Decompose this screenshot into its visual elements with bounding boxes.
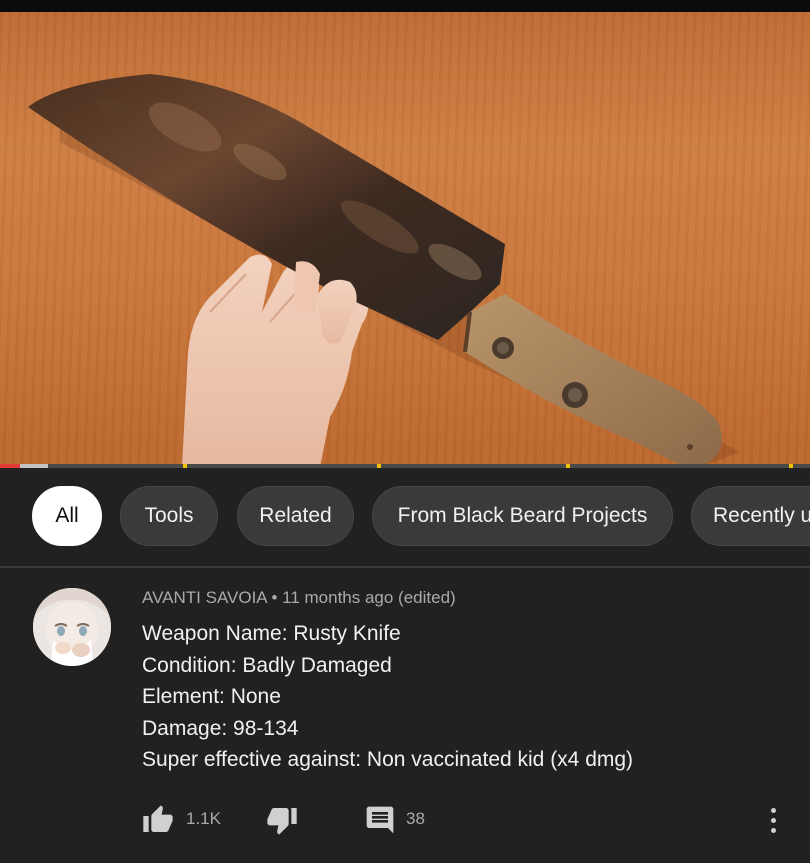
chip-related[interactable]: Related xyxy=(237,486,354,546)
anime-avatar-icon xyxy=(33,588,111,666)
comment-line: Element: None xyxy=(142,685,281,708)
top-black-bar xyxy=(0,0,810,12)
like-count: 1.1K xyxy=(186,809,221,828)
comment-actions: 1.1K 38 xyxy=(0,800,810,840)
reply-count: 38 xyxy=(406,809,425,828)
comment-body: Weapon Name: Rusty Knife Condition: Badl… xyxy=(142,618,633,776)
more-vert-icon[interactable] xyxy=(762,802,786,838)
filter-chips-bar: All Tools Related From Black Beard Proje… xyxy=(0,468,810,564)
comment-icon[interactable] xyxy=(364,804,396,841)
chip-from-channel[interactable]: From Black Beard Projects xyxy=(372,486,673,546)
kebab-dot xyxy=(771,808,776,813)
thumbs-down-icon[interactable] xyxy=(266,804,298,841)
kebab-dot xyxy=(771,818,776,823)
video-player[interactable] xyxy=(0,12,810,467)
comment-card: AVANTI SAVOIA • 11 months ago (edited) W… xyxy=(0,568,810,863)
chip-recently-uploaded[interactable]: Recently uploaded xyxy=(691,486,810,546)
comment-time: 11 months ago (edited) xyxy=(282,588,456,607)
comment-line: Damage: 98-134 xyxy=(142,716,299,740)
chip-all[interactable]: All xyxy=(32,486,102,546)
comment-line: Weapon Name: Rusty Knife xyxy=(142,622,401,645)
thumbs-up-icon[interactable] xyxy=(142,804,174,841)
video-frame-rusty-knife xyxy=(0,12,810,467)
comment-line: Super effective against: Non vaccinated … xyxy=(142,748,634,771)
chip-tools[interactable]: Tools xyxy=(120,486,218,546)
avatar[interactable] xyxy=(33,588,111,666)
kebab-dot xyxy=(771,828,776,833)
comment-author[interactable]: AVANTI SAVOIA xyxy=(142,588,267,607)
comment-line: Condition: Badly Damaged xyxy=(142,653,392,677)
comment-meta: AVANTI SAVOIA • 11 months ago (edited) xyxy=(142,588,456,608)
meta-separator: • xyxy=(271,588,278,607)
